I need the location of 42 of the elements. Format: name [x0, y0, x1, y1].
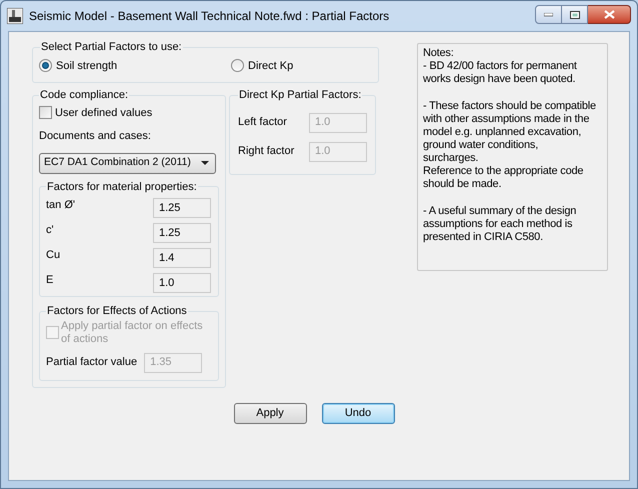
minimize-icon: [544, 12, 553, 16]
app-icon: [7, 8, 23, 24]
radio-label: Direct Kp: [248, 58, 294, 74]
field-label: Cu: [46, 248, 60, 263]
group-title: Select Partial Factors to use:: [40, 40, 183, 55]
group-title: Factors for material properties:: [46, 180, 198, 194]
field-label: Right factor: [238, 144, 294, 160]
group-title: Factors for Effects of Actions: [46, 304, 188, 319]
input-field[interactable]: 1.25: [153, 223, 211, 243]
field-label: Left factor: [238, 115, 287, 130]
window-title: Seismic Model - Basement Wall Technical Note.fwd : Partial Factors: [29, 8, 390, 25]
checkbox-label: Apply partial factor on effects of actions: [61, 320, 204, 346]
notes-text: - A useful summary of the design assumptions for each method is presented in CIRIA C580.: [423, 205, 578, 244]
dialog-button[interactable]: Undo: [322, 403, 394, 424]
notes-text: surcharges.: [423, 152, 480, 165]
radio-label: Soil strength: [56, 58, 118, 74]
field-label: Partial factor value: [46, 355, 138, 370]
input-field[interactable]: 1.25: [153, 198, 211, 218]
input-field[interactable]: 1.0: [153, 273, 211, 293]
minimize-button[interactable]: [535, 5, 562, 24]
documents-label: Documents and cases:: [39, 129, 152, 144]
dropdown-value: EC7 DA1 Combination 2 (2011): [44, 155, 191, 170]
maximize-icon: [570, 10, 580, 18]
checkbox[interactable]: [39, 106, 52, 120]
notes-text: - BD 42/00 factors for permanent works design have been quoted.: [423, 60, 578, 86]
field-label: c': [46, 223, 54, 238]
field-label: tan Ø': [46, 198, 76, 213]
checkbox-label: User defined values: [55, 106, 152, 120]
dialog-button[interactable]: Apply: [234, 403, 306, 424]
caret-icon: [201, 161, 209, 165]
group-title: Direct Kp Partial Factors:: [238, 88, 362, 103]
notes-text: Reference to the appropriate code should be made.: [423, 165, 584, 191]
close-icon: [604, 10, 614, 19]
radio-button[interactable]: [231, 59, 244, 72]
maximize-button[interactable]: [562, 5, 588, 24]
notes-title: Notes:: [423, 47, 455, 60]
field-label: E: [46, 273, 54, 288]
close-button[interactable]: [588, 5, 631, 24]
radio-button[interactable]: [39, 59, 52, 72]
input-field[interactable]: 1.4: [153, 248, 211, 268]
documents-dropdown[interactable]: EC7 DA1 Combination 2 (2011): [39, 152, 216, 174]
group-title: Code compliance:: [39, 88, 130, 103]
